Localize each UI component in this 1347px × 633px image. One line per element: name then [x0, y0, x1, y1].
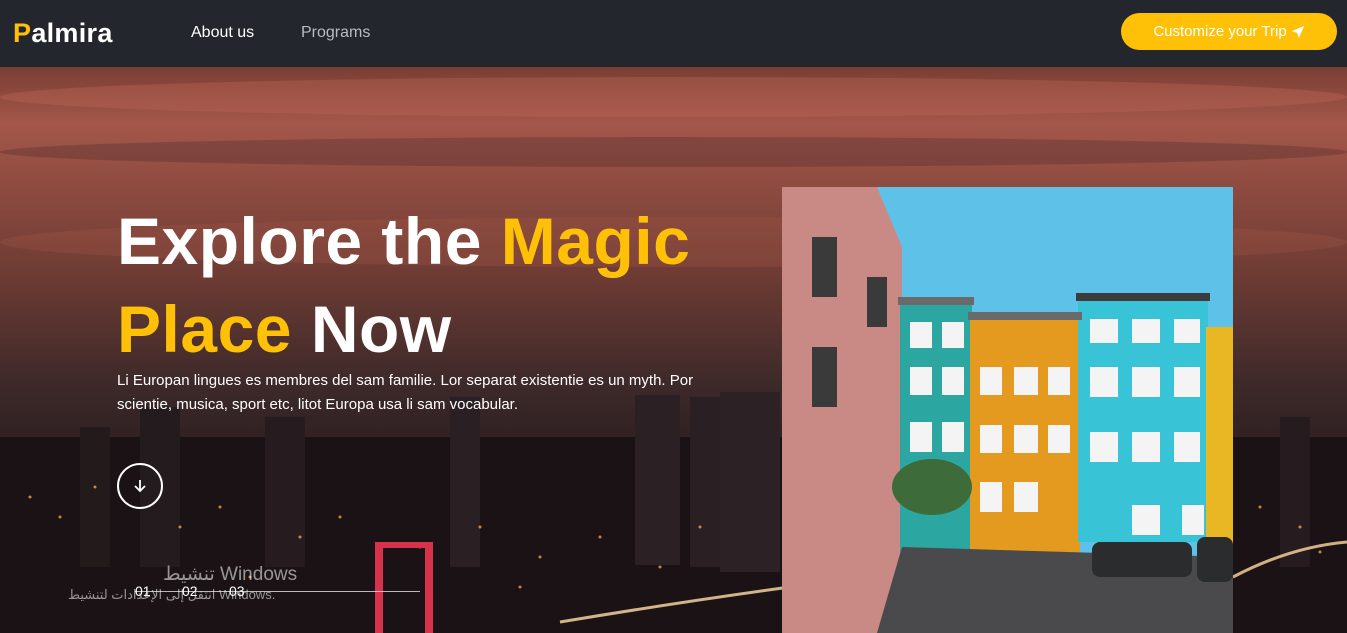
hero-description: Li Europan lingues es membres del sam fa… — [117, 372, 694, 413]
arrow-down-icon — [134, 480, 146, 493]
hero-photo-colorful-houses — [782, 187, 1233, 633]
slide-indicator-1[interactable]: 01 — [135, 583, 182, 599]
hero-section: Explore the Magic Place Now Li Europan l… — [0, 67, 1347, 633]
brand-logo-text: almira — [31, 18, 113, 48]
colorful-houses-illustration — [782, 187, 1233, 633]
sky-cloud — [0, 77, 1347, 117]
customize-trip-button[interactable]: Customize your Trip — [1121, 13, 1337, 50]
hero-title: Explore the Magic Place Now — [117, 197, 690, 373]
slide-indicator-2[interactable]: 02 — [182, 583, 229, 599]
scroll-down-button[interactable] — [117, 463, 163, 509]
paper-plane-icon — [1291, 25, 1304, 38]
slide-pagination: 01 02 03 — [135, 583, 276, 599]
navbar: Palmira About us Programs Customize your… — [0, 0, 1347, 67]
hero-title-line2-yellow: Place — [117, 292, 311, 366]
hero-title-line1-yellow: Magic — [500, 204, 691, 278]
hero-title-line2-white: Now — [310, 292, 452, 366]
sky-cloud — [0, 137, 1347, 167]
nav-link-about-us[interactable]: About us — [191, 24, 254, 42]
customize-trip-label: Customize your Trip — [1153, 23, 1287, 40]
brand-logo[interactable]: Palmira — [13, 18, 113, 49]
slide-indicator-3[interactable]: 03 — [229, 583, 276, 599]
brand-logo-initial: P — [13, 18, 32, 48]
hero-title-line1-white: Explore the — [117, 204, 501, 278]
nav-link-programs[interactable]: Programs — [301, 24, 370, 42]
